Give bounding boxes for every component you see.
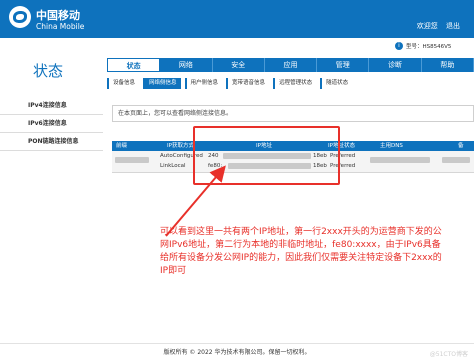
- watermark: @51CTO博客: [429, 351, 468, 358]
- footer-copyright: 版权所有 © 2022 华为技术有限公司。保留一切权利。: [0, 343, 474, 361]
- annotation-text: 可以看到这里一共有两个IP地址，第一行2xxx开头的为运营商下发的公网IPv6地…: [160, 227, 442, 276]
- annotation-arrow-icon: [165, 165, 226, 237]
